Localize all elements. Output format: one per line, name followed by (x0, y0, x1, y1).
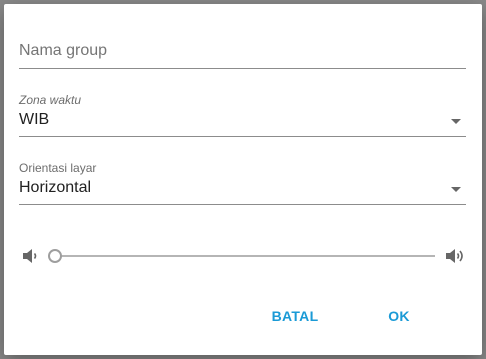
timezone-value: WIB (19, 111, 50, 128)
orientation-value: Horizontal (19, 179, 92, 196)
ok-button[interactable]: OK (382, 302, 416, 330)
cancel-button[interactable]: BATAL (266, 302, 324, 330)
group-settings-dialog: Nama group Zona waktu WIB Orientasi laya… (4, 4, 482, 355)
orientation-select[interactable]: Orientasi layar Horizontal (19, 158, 466, 205)
volume-slider-thumb[interactable] (48, 249, 62, 263)
orientation-label: Orientasi layar (19, 161, 97, 175)
timezone-select[interactable]: Zona waktu WIB (19, 90, 466, 137)
chevron-down-icon (451, 119, 461, 124)
group-name-field[interactable]: Nama group (19, 32, 466, 69)
timezone-label: Zona waktu (19, 93, 82, 107)
group-name-placeholder: Nama group (19, 42, 108, 59)
volume-down-icon[interactable] (21, 246, 43, 266)
volume-slider[interactable] (47, 248, 435, 264)
volume-up-icon[interactable] (444, 246, 466, 266)
volume-slider-track[interactable] (53, 255, 435, 257)
volume-control (19, 244, 466, 268)
chevron-down-icon (451, 187, 461, 192)
